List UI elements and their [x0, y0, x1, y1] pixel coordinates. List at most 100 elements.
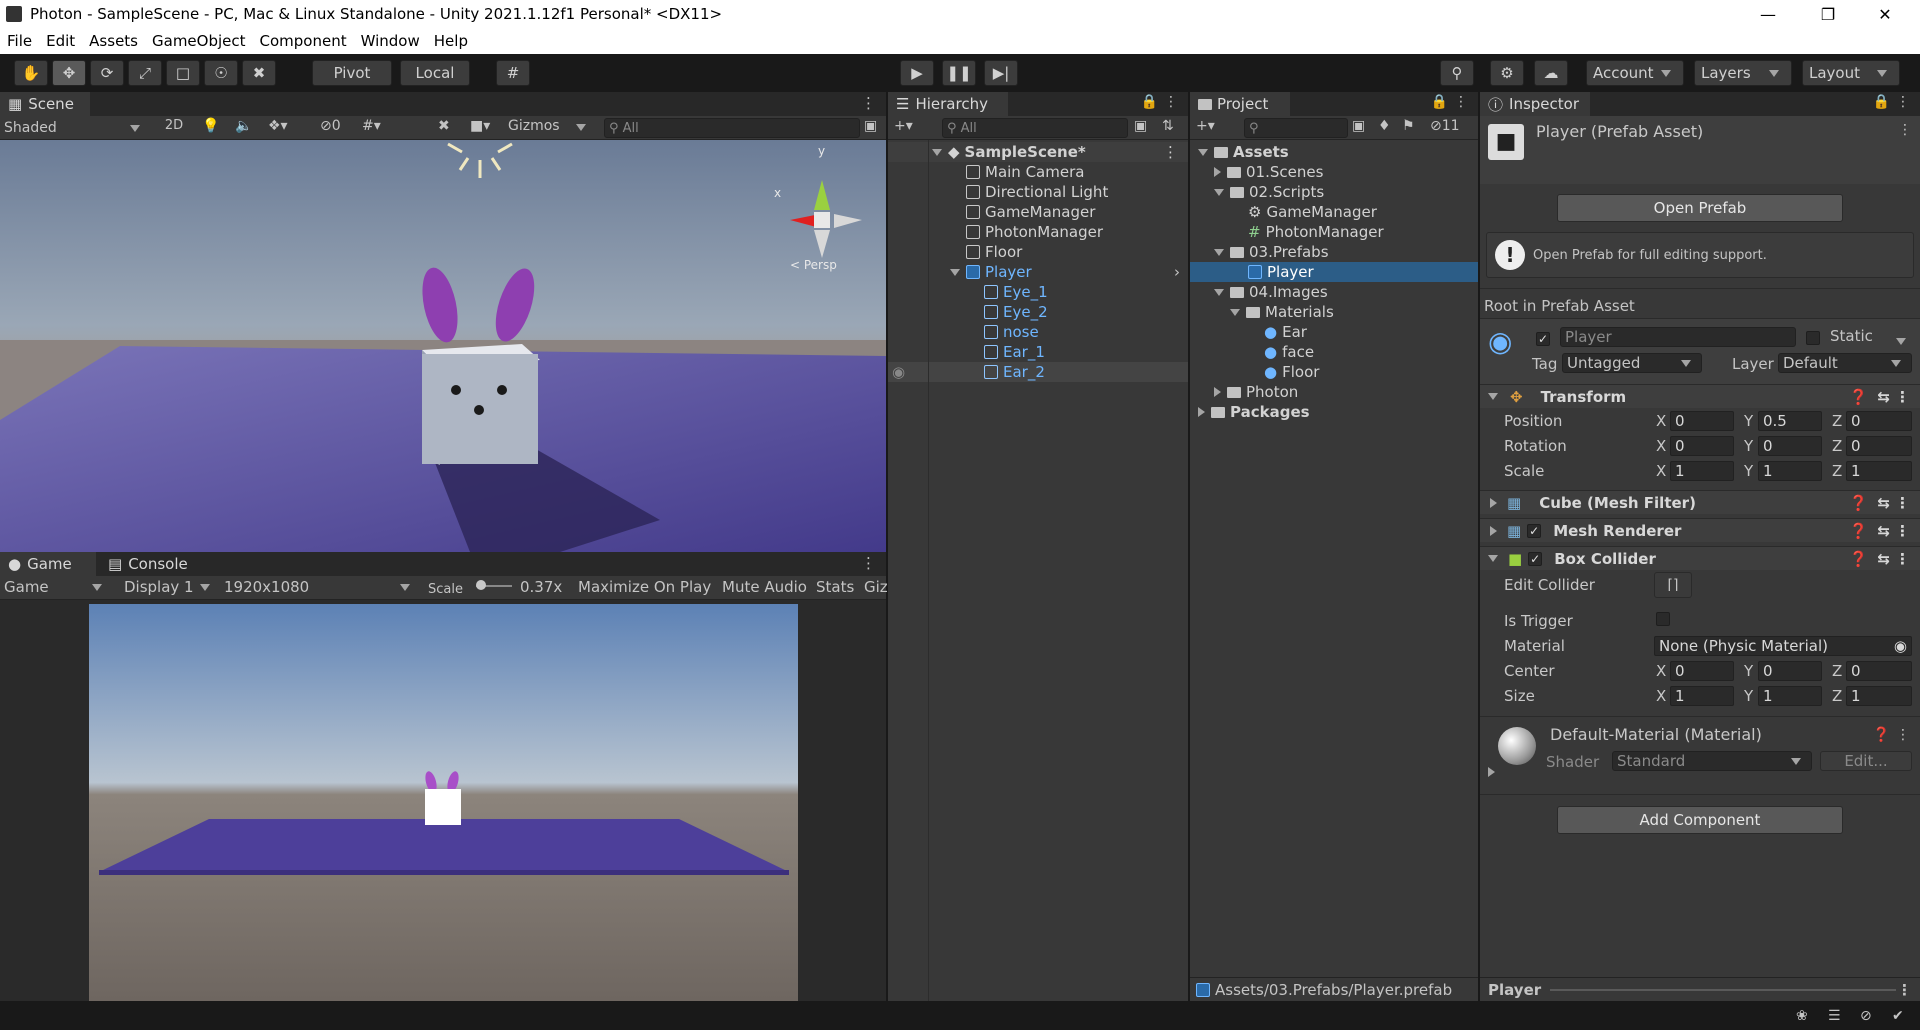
restore-icon[interactable]: ❐: [1805, 0, 1851, 28]
local-button[interactable]: Local: [400, 60, 470, 86]
stats-toggle[interactable]: Stats: [816, 578, 854, 596]
persp-label[interactable]: < Persp: [790, 258, 837, 272]
tab-project[interactable]: Project: [1190, 92, 1290, 116]
kebab-menu-icon[interactable]: ⋮: [1164, 94, 1178, 110]
tag-dropdown[interactable]: Untagged: [1562, 353, 1702, 373]
visibility-icon[interactable]: ⊘0: [320, 118, 341, 134]
minimize-icon[interactable]: —: [1745, 0, 1791, 28]
mesh-filter-header[interactable]: ▦ Cube (Mesh Filter) ❓ ⇆ ⋮: [1480, 490, 1920, 514]
sort-icon[interactable]: ⇅: [1162, 118, 1174, 134]
kebab-menu-icon[interactable]: ⋮: [861, 554, 876, 572]
preset-icon[interactable]: ⇆: [1877, 522, 1890, 540]
asset-material-floor[interactable]: ● Floor: [1190, 362, 1478, 382]
gizmos-toggle[interactable]: Giz: [864, 578, 888, 596]
layers-dropdown[interactable]: Layers: [1694, 60, 1792, 86]
lighting-icon[interactable]: 💡: [202, 118, 219, 134]
menu-component[interactable]: Component: [253, 32, 354, 50]
menu-edit[interactable]: Edit: [39, 32, 82, 50]
scene-options-icon[interactable]: ▣: [864, 118, 877, 134]
scale-x-field[interactable]: 1: [1670, 461, 1734, 481]
physic-material-field[interactable]: None (Physic Material) ◉: [1654, 636, 1912, 656]
size-y-field[interactable]: 1: [1758, 686, 1822, 706]
search-icon[interactable]: ⚲: [1440, 60, 1474, 86]
kebab-menu-icon[interactable]: ⋮: [1896, 94, 1910, 110]
folder-scripts[interactable]: 02.Scripts: [1190, 182, 1478, 202]
collab-icon[interactable]: ⊘: [1860, 1008, 1872, 1024]
folder-assets[interactable]: Assets: [1190, 142, 1478, 162]
size-z-field[interactable]: 1: [1846, 686, 1912, 706]
search-by-type-icon[interactable]: ▣: [1352, 118, 1365, 134]
effects-icon[interactable]: ❖▾: [268, 118, 288, 134]
help-icon[interactable]: ❓: [1849, 388, 1868, 406]
box-collider-header[interactable]: ■ ✓ Box Collider ❓ ⇆ ⋮: [1480, 546, 1920, 570]
kebab-menu-icon[interactable]: ⋮: [1163, 143, 1178, 161]
rotation-x-field[interactable]: 0: [1670, 436, 1734, 456]
preset-icon[interactable]: ⇆: [1877, 550, 1890, 568]
tab-hierarchy[interactable]: ☰ Hierarchy: [888, 92, 1008, 116]
lock-icon[interactable]: 🔒: [1873, 94, 1890, 110]
material-expand-arrow[interactable]: [1488, 765, 1501, 781]
center-y-field[interactable]: 0: [1758, 661, 1822, 681]
move-tool-icon[interactable]: ✥: [52, 60, 86, 86]
hidden-packages-icon[interactable]: ⊘11: [1430, 118, 1460, 134]
hierarchy-search-input[interactable]: ⚲ All: [942, 118, 1128, 138]
kebab-menu-icon[interactable]: ⋮: [1895, 522, 1910, 540]
hierarchy-item[interactable]: Directional Light: [888, 182, 1188, 202]
kebab-menu-icon[interactable]: ⋮: [1895, 388, 1910, 406]
menu-window[interactable]: Window: [354, 32, 427, 50]
edit-collider-button[interactable]: ⌈⌉: [1654, 572, 1692, 598]
tab-scene[interactable]: ▦ Scene: [0, 92, 90, 116]
layer-dropdown[interactable]: Default: [1778, 353, 1912, 373]
scene-viewport[interactable]: y x < Persp: [0, 140, 886, 552]
pivot-button[interactable]: Pivot: [312, 60, 392, 86]
gizmos-dropdown[interactable]: Gizmos: [508, 118, 592, 134]
help-icon[interactable]: ❓: [1849, 522, 1868, 540]
box-collider-enabled-checkbox[interactable]: ✓: [1528, 551, 1543, 566]
grid-snap-icon[interactable]: #: [496, 60, 530, 86]
hierarchy-item[interactable]: Main Camera: [888, 162, 1188, 182]
debug-icon[interactable]: ❀: [1796, 1008, 1808, 1024]
scene-row[interactable]: ◆ SampleScene* ⋮: [888, 142, 1188, 162]
maximize-on-play-toggle[interactable]: Maximize On Play: [578, 578, 711, 596]
preset-icon[interactable]: ⇆: [1877, 388, 1890, 406]
project-search-input[interactable]: ⚲: [1244, 118, 1348, 138]
is-trigger-checkbox[interactable]: [1656, 612, 1670, 630]
mesh-renderer-enabled-checkbox[interactable]: ✓: [1527, 523, 1542, 538]
help-icon[interactable]: ❓: [1873, 727, 1890, 743]
size-x-field[interactable]: 1: [1670, 686, 1734, 706]
scene-visibility-icon[interactable]: ▣: [1134, 118, 1147, 134]
hierarchy-item[interactable]: PhotonManager: [888, 222, 1188, 242]
menu-file[interactable]: File: [0, 32, 39, 50]
game-render[interactable]: [89, 604, 798, 1001]
kebab-menu-icon[interactable]: ⋮: [861, 94, 876, 112]
hand-tool-icon[interactable]: ✋: [14, 60, 48, 86]
play-icon[interactable]: ▶: [900, 60, 934, 86]
search-by-label-icon[interactable]: ♦: [1378, 118, 1391, 134]
rect-tool-icon[interactable]: □: [166, 60, 200, 86]
center-z-field[interactable]: 0: [1846, 661, 1912, 681]
object-picker-icon[interactable]: ◉: [1894, 637, 1907, 655]
kebab-menu-icon[interactable]: ⋮: [1898, 122, 1912, 138]
add-icon[interactable]: +▾: [894, 118, 913, 134]
position-x-field[interactable]: 0: [1670, 411, 1734, 431]
mode-2d-button[interactable]: 2D: [160, 118, 188, 133]
step-icon[interactable]: ▶|: [984, 60, 1018, 86]
scale-slider-handle[interactable]: [476, 580, 486, 590]
open-prefab-button[interactable]: Open Prefab: [1557, 194, 1843, 222]
menu-help[interactable]: Help: [427, 32, 475, 50]
help-icon[interactable]: ❓: [1849, 550, 1868, 568]
hierarchy-item[interactable]: Floor: [888, 242, 1188, 262]
tab-console[interactable]: ▤ Console: [100, 552, 200, 576]
kebab-menu-icon[interactable]: ⋮: [1896, 727, 1910, 743]
add-icon[interactable]: +▾: [1196, 118, 1215, 134]
hierarchy-item[interactable]: GameManager: [888, 202, 1188, 222]
gameobject-name-field[interactable]: Player: [1560, 327, 1796, 347]
hierarchy-child[interactable]: nose: [888, 322, 1188, 342]
lock-icon[interactable]: 🔒: [1431, 94, 1448, 110]
folder-materials[interactable]: Materials: [1190, 302, 1478, 322]
custom-tool-icon[interactable]: ✖: [242, 60, 276, 86]
static-checkbox[interactable]: [1806, 331, 1820, 349]
folder-scenes[interactable]: 01.Scenes: [1190, 162, 1478, 182]
shading-dropdown[interactable]: Shaded: [4, 118, 146, 138]
active-checkbox[interactable]: ✓: [1536, 331, 1550, 347]
